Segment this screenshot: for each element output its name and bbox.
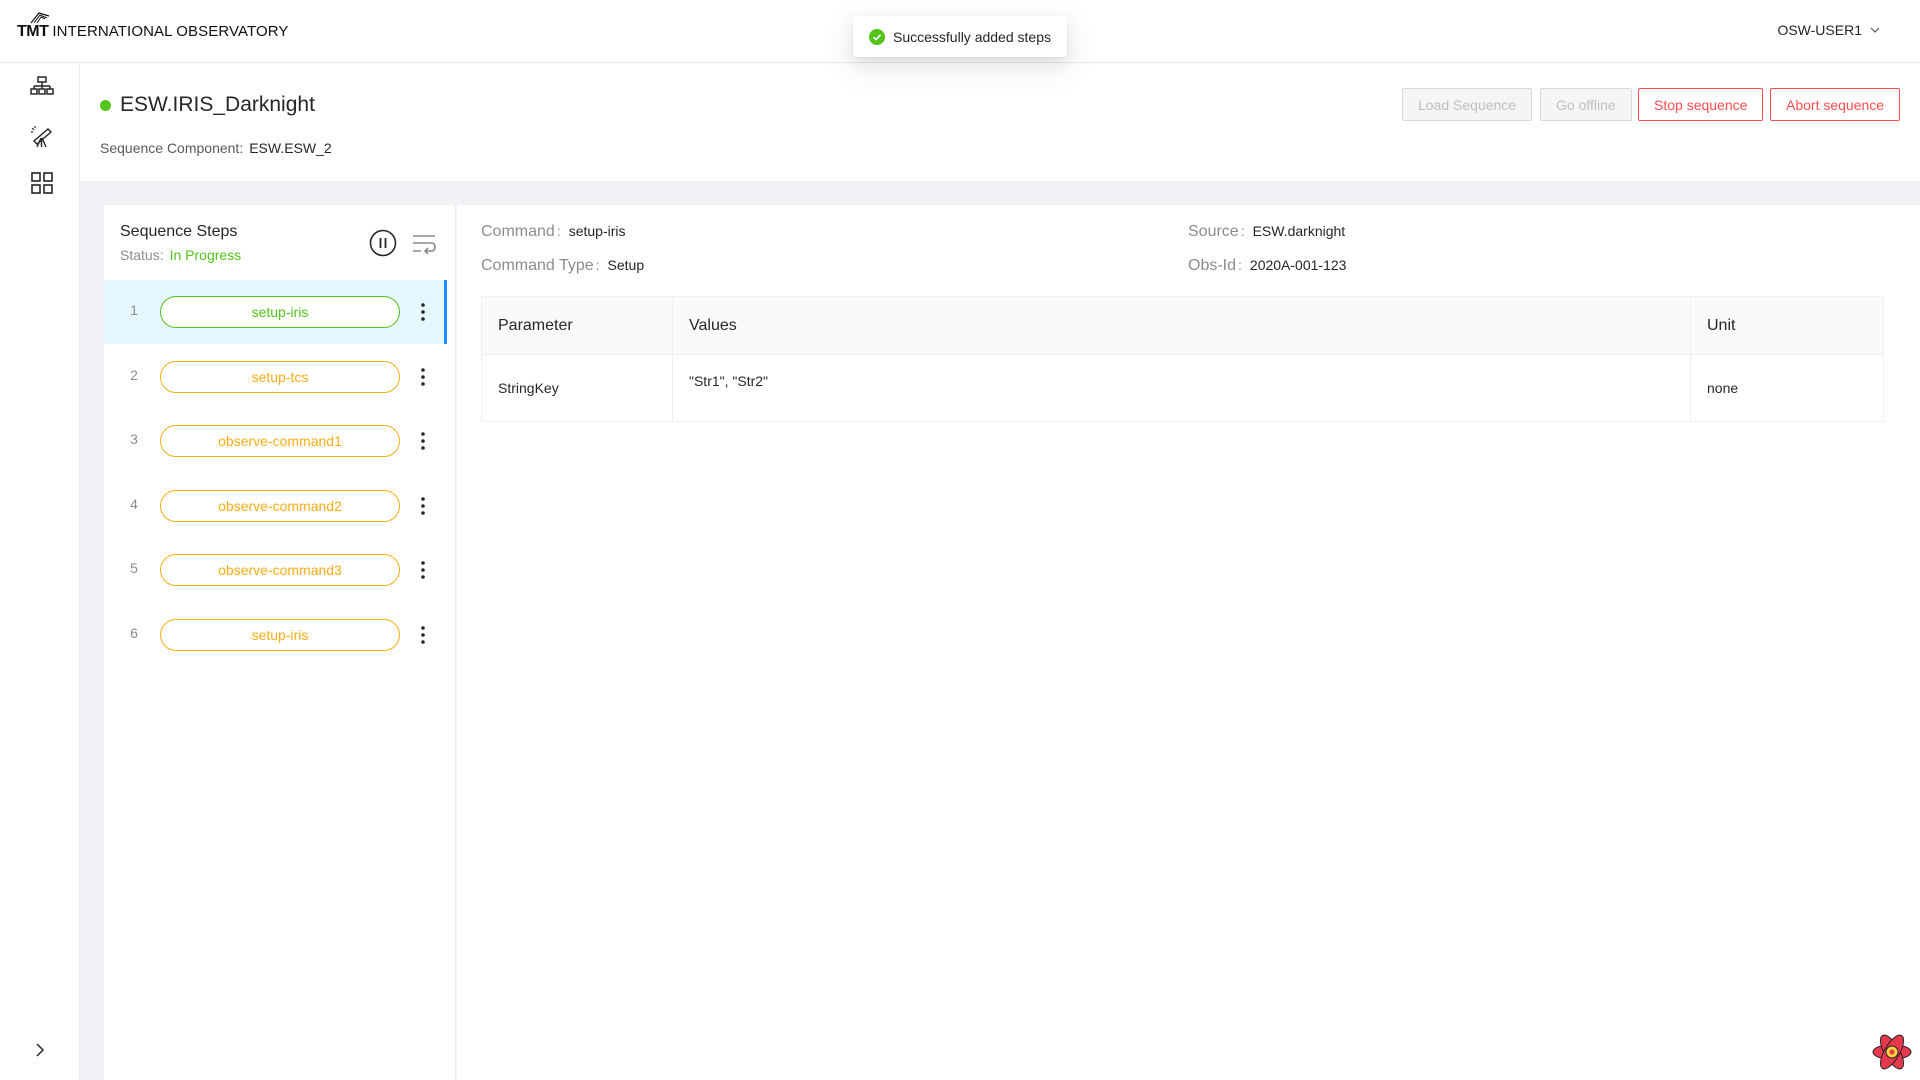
cell-values: "Str1", "Str2" — [672, 354, 1691, 422]
column-header-values: Values — [672, 296, 1691, 355]
user-name: OSW-USER1 — [1777, 22, 1862, 38]
step-row[interactable]: 1 setup-iris — [104, 280, 447, 344]
step-number: 5 — [130, 560, 138, 576]
steps-title: Sequence Steps — [120, 223, 238, 240]
command-label: Command — [481, 223, 555, 240]
steps-status: Status: In Progress — [120, 247, 241, 263]
column-header-unit: Unit — [1690, 296, 1884, 355]
step-button[interactable]: observe-command2 — [160, 489, 400, 522]
step-button[interactable]: observe-command1 — [160, 425, 400, 457]
observatory-logo-icon — [30, 12, 50, 24]
toast-message: Successfully added steps — [893, 28, 1051, 45]
obs-id-field: Obs-Id:2020A-001-123 — [1188, 257, 1347, 274]
command-type-value: Setup — [607, 257, 645, 273]
cell-parameter: StringKey — [481, 354, 673, 422]
obs-id-label: Obs-Id — [1188, 257, 1237, 274]
logo-text: INTERNATIONAL OBSERVATORY — [52, 23, 289, 40]
step-details-panel: Command: setup-iris Command Type: Setup So… — [457, 205, 1920, 1080]
source-label: Source — [1188, 223, 1239, 240]
step-number: 3 — [130, 431, 138, 447]
cell-unit: none — [1707, 380, 1739, 396]
step-button[interactable]: setup-iris — [160, 296, 400, 328]
logo-mark-text: TMT — [17, 23, 49, 40]
step-row[interactable]: 2 setup-tcs — [104, 345, 444, 409]
more-vertical-icon[interactable] — [418, 429, 428, 453]
command-field: Command: setup-iris — [481, 223, 626, 240]
sequence-component: Sequence Component: ESW.ESW_2 — [100, 140, 332, 156]
abort-sequence-button[interactable]: Abort sequence — [1770, 88, 1901, 121]
react-devtools-icon[interactable] — [1870, 1033, 1914, 1071]
step-number: 6 — [130, 624, 138, 641]
more-vertical-icon[interactable] — [418, 300, 428, 324]
obs-id-value: 2020A-001-123 — [1249, 257, 1347, 273]
pause-circle-icon[interactable] — [369, 229, 397, 257]
user-menu[interactable]: OSW-USER1 — [1777, 22, 1880, 38]
tmt-logo[interactable]: TMT INTERNATIONAL OBSERVATORY — [17, 12, 289, 40]
sequence-component-value: ESW.ESW_2 — [249, 140, 332, 156]
telescope-icon[interactable] — [30, 125, 54, 149]
command-type-field: Command Type: Setup — [481, 257, 645, 274]
sequence-component-label: Sequence Component: — [100, 140, 244, 156]
command-value: setup-iris — [568, 223, 626, 239]
more-vertical-icon[interactable] — [418, 494, 428, 518]
table-header-row: Parameter Values Unit — [481, 296, 1884, 355]
step-row[interactable]: 5 observe-command3 — [104, 538, 444, 602]
command-type-label: Command Type — [481, 257, 594, 274]
parameters-table: Parameter Values Unit StringKey "Str1", … — [481, 296, 1884, 422]
step-button[interactable]: setup-tcs — [160, 360, 400, 393]
sequencer-status-dot — [100, 100, 111, 111]
grid-icon[interactable] — [30, 171, 54, 195]
step-number: 2 — [130, 366, 138, 383]
source-value: ESW.darknight — [1252, 223, 1346, 239]
chevron-right-icon[interactable] — [33, 1043, 47, 1057]
step-number: 4 — [130, 495, 138, 512]
sequencer-header: ESW.IRIS_Darknight Sequence Component: ES… — [80, 63, 1920, 181]
side-navigation — [0, 63, 80, 1080]
more-vertical-icon[interactable] — [418, 365, 428, 389]
more-vertical-icon[interactable] — [418, 623, 428, 647]
step-row[interactable]: 3 observe-command1 — [104, 409, 444, 473]
sequence-steps-panel: Sequence Steps Status: In Progress 1 setup… — [104, 205, 456, 1080]
chevron-down-icon — [1870, 27, 1880, 33]
step-number: 1 — [130, 302, 138, 318]
check-circle-icon — [869, 28, 885, 45]
column-header-parameter: Parameter — [481, 296, 673, 355]
steps-status-value: In Progress — [169, 247, 242, 263]
sequencer-title: ESW.IRIS_Darknight — [120, 93, 315, 116]
step-button[interactable]: observe-command3 — [160, 554, 400, 586]
table-row: StringKey "Str1", "Str2" none — [481, 354, 1884, 422]
logo-mark: TMT — [17, 12, 50, 40]
step-row[interactable]: 6 setup-iris — [104, 603, 444, 667]
hierarchy-icon[interactable] — [30, 75, 54, 99]
step-button[interactable]: setup-iris — [160, 618, 400, 651]
go-offline-button[interactable]: Go offline — [1540, 88, 1632, 121]
wrap-lines-icon[interactable] — [411, 231, 437, 257]
steps-status-label: Status: — [120, 247, 164, 263]
step-row[interactable]: 4 observe-command2 — [104, 474, 444, 538]
more-vertical-icon[interactable] — [418, 558, 428, 582]
stop-sequence-button[interactable]: Stop sequence — [1638, 88, 1764, 121]
load-sequence-button[interactable]: Load Sequence — [1402, 88, 1533, 121]
source-field: Source: ESW.darknight — [1188, 223, 1346, 240]
success-toast: Successfully added steps — [853, 16, 1067, 57]
